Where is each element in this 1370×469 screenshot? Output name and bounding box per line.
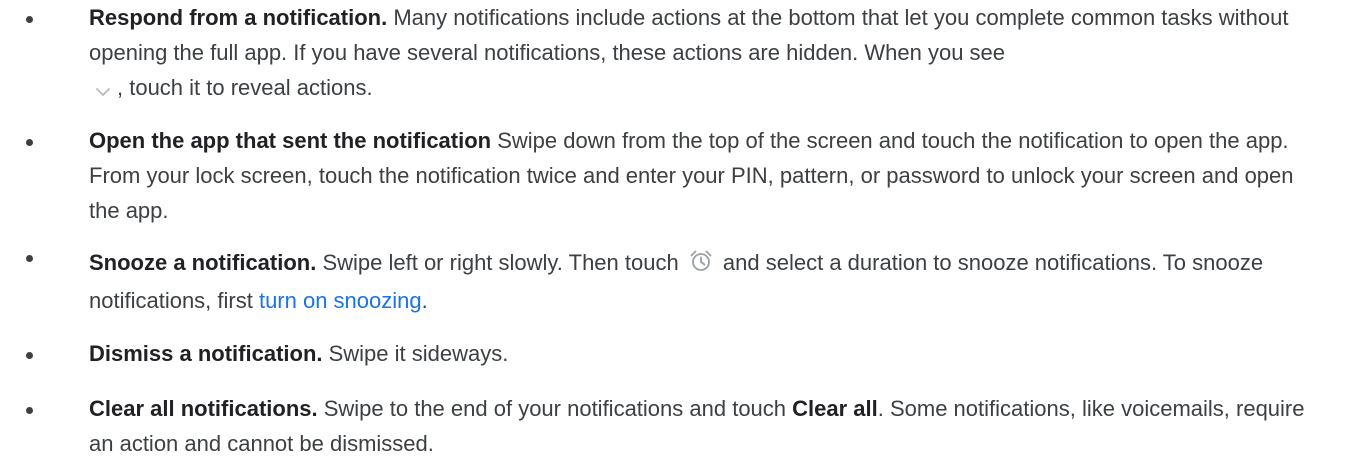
item-text-after: . (421, 288, 428, 313)
item-title: Respond from a notification. (89, 5, 388, 30)
bullet (26, 255, 33, 262)
item-text-after: , touch it to reveal actions. (117, 75, 373, 100)
list-item-snooze: Snooze a notification. Swipe left or rig… (0, 244, 1370, 320)
notification-tips-list: Respond from a notification. Many notifi… (0, 0, 1370, 461)
item-title: Clear all notifications. (89, 396, 318, 421)
list-item-open-app: Open the app that sent the notification … (0, 123, 1370, 228)
bullet (26, 139, 33, 146)
list-item-clear-all: Clear all notifications. Swipe to the en… (0, 391, 1370, 461)
bullet (26, 407, 33, 414)
item-title: Dismiss a notification. (89, 341, 323, 366)
bullet (26, 352, 33, 359)
item-text: Swipe it sideways. (322, 341, 509, 366)
list-item-dismiss: Dismiss a notification. Swipe it sideway… (0, 336, 1370, 371)
chevron-down-icon (89, 77, 117, 97)
item-title: Snooze a notification. (89, 250, 317, 275)
item-text: Swipe to the end of your notifications a… (317, 396, 793, 421)
list-item-respond: Respond from a notification. Many notifi… (0, 0, 1370, 105)
item-title: Open the app that sent the notification (89, 128, 492, 153)
alarm-clock-icon (687, 247, 715, 275)
clear-all-label: Clear all (792, 396, 878, 421)
bullet (26, 16, 33, 23)
turn-on-snoozing-link[interactable]: turn on snoozing (259, 288, 422, 313)
item-text: Swipe left or right slowly. Then touch (316, 250, 685, 275)
